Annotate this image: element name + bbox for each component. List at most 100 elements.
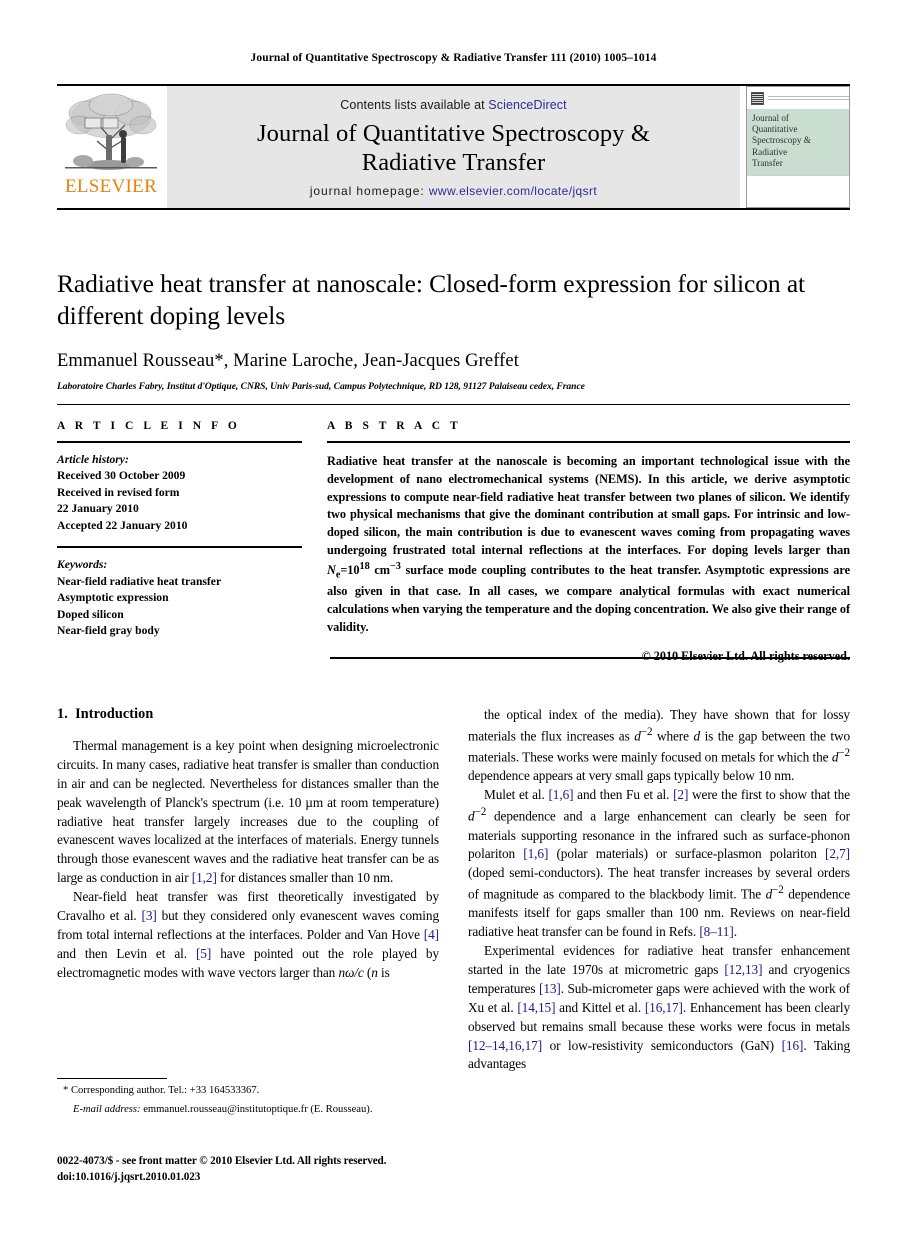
citation-link[interactable]: [16,17] <box>645 1000 683 1015</box>
paragraph-text: or low-resistivity semiconductors (GaN) <box>542 1037 782 1053</box>
body-paragraph: Thermal management is a key point when d… <box>57 737 439 888</box>
contents-prefix: Contents lists available at <box>340 98 489 112</box>
citation-link[interactable]: [16] <box>782 1038 804 1053</box>
body-paragraph: Mulet et al. [1,6] and then Fu et al. [2… <box>468 786 850 942</box>
section-heading-introduction: 1. Introduction <box>57 706 439 723</box>
footnote-rule <box>57 1078 167 1079</box>
homepage-prefix: journal homepage: <box>309 184 429 198</box>
history-line-1: Received 30 October 2009 <box>57 469 186 483</box>
citation-link[interactable]: [3] <box>142 908 157 923</box>
abstract-formula-unit: cm <box>369 563 390 578</box>
sciencedirect-link[interactable]: ScienceDirect <box>488 98 566 112</box>
math-superscript: −2 <box>838 747 850 760</box>
citation-link[interactable]: [1,6] <box>548 787 573 802</box>
right-column-paragraphs: the optical index of the media). They ha… <box>468 706 850 1074</box>
journal-band: Contents lists available at ScienceDirec… <box>167 86 740 208</box>
math-variable: nω/c <box>338 964 364 980</box>
cover-footer-area <box>747 175 849 207</box>
journal-cover-thumbnail[interactable]: Journal of Quantitative Spectroscopy & R… <box>746 86 850 208</box>
journal-masthead: ELSEVIER Contents lists available at Sci… <box>57 84 850 210</box>
citation-link[interactable]: [12–14,16,17] <box>468 1038 542 1053</box>
abstract-formula-unit-exponent: −3 <box>389 560 401 572</box>
body-right-column: the optical index of the media). They ha… <box>468 706 850 1166</box>
imprint-block: 0022-4073/$ - see front matter © 2010 El… <box>57 1153 477 1185</box>
section-number: 1. <box>57 706 68 722</box>
footnote-block: * Corresponding author. Tel.: +33 164533… <box>57 1078 439 1118</box>
math-superscript: −2 <box>772 884 784 897</box>
citation-link[interactable]: [13] <box>539 981 561 996</box>
citation-link[interactable]: [1,2] <box>192 870 217 885</box>
running-head: Journal of Quantitative Spectroscopy & R… <box>250 52 657 64</box>
abstract-text-part-2: surface mode coupling contributes to the… <box>327 563 850 635</box>
paragraph-text: and Kittel et al. <box>555 999 645 1015</box>
body-paragraph: the optical index of the media). They ha… <box>468 706 850 786</box>
paragraph-text: is <box>377 964 390 980</box>
title-block: Radiative heat transfer at nanoscale: Cl… <box>57 268 850 392</box>
cover-line-5: Transfer <box>752 157 783 168</box>
cover-line-3: Spectroscopy & <box>752 135 811 146</box>
article-info-heading: A R T I C L E I N F O <box>57 420 241 432</box>
keywords-label: Keywords: <box>57 558 108 572</box>
article-history-block: Article history: Received 30 October 200… <box>57 452 302 534</box>
journal-title: Journal of Quantitative Spectroscopy & R… <box>257 120 650 178</box>
cover-line-1: Journal of <box>752 113 789 123</box>
paragraph-text: and then Fu et al. <box>573 787 674 803</box>
journal-title-line2: Radiative Transfer <box>361 148 546 176</box>
keyword-1: Near-field radiative heat transfer <box>57 574 222 588</box>
cover-line-4: Radiative <box>752 146 788 157</box>
keywords-block: Keywords: Near-field radiative heat tran… <box>57 557 302 639</box>
citation-link[interactable]: [14,15] <box>517 1000 555 1015</box>
abstract-bottom-rule <box>330 657 850 659</box>
paper-page: Journal of Quantitative Spectroscopy & R… <box>0 0 907 1238</box>
abstract-text: Radiative heat transfer at the nanoscale… <box>327 453 850 637</box>
citation-link[interactable]: [4] <box>424 927 439 942</box>
article-history-label: Article history: <box>57 453 129 466</box>
citation-link[interactable]: [5] <box>196 946 211 961</box>
cover-faint-text-lines <box>768 95 849 101</box>
left-column-paragraphs: Thermal management is a key point when d… <box>57 737 439 982</box>
cover-mini-logo-icon <box>751 91 764 105</box>
email-label: E-mail address: <box>73 1104 141 1116</box>
citation-link[interactable]: [2] <box>673 787 688 802</box>
cover-top-strip <box>747 87 849 109</box>
body-paragraph: Experimental evidences for radiative hea… <box>468 942 850 1074</box>
keywords-rule <box>57 546 302 549</box>
keyword-3: Doped silicon <box>57 607 124 621</box>
abstract-text-part-1: Radiative heat transfer at the nanoscale… <box>327 454 850 558</box>
corresponding-author-note: * Corresponding author. Tel.: +33 164533… <box>63 1085 260 1096</box>
title-divider <box>57 404 850 405</box>
elsevier-wordmark: ELSEVIER <box>64 176 158 197</box>
article-info-column: A R T I C L E I N F O Article history: R… <box>57 420 302 664</box>
abstract-column: A B S T R A C T Radiative heat transfer … <box>327 420 850 664</box>
citation-link[interactable]: [8–11] <box>699 924 733 939</box>
contents-available-line: Contents lists available at ScienceDirec… <box>340 98 566 112</box>
paragraph-text: Mulet et al. <box>484 787 549 803</box>
author-list: Emmanuel Rousseau*, Marine Laroche, Jean… <box>57 350 519 371</box>
email-value[interactable]: emmanuel.rousseau@institutoptique.fr (E.… <box>141 1104 372 1115</box>
paragraph-text: dependence appears at very small gaps ty… <box>468 768 795 784</box>
imprint-doi[interactable]: doi:10.1016/j.jqsrt.2010.01.023 <box>57 1169 477 1185</box>
imprint-front-matter: 0022-4073/$ - see front matter © 2010 El… <box>57 1155 387 1167</box>
cover-title-area: Journal of Quantitative Spectroscopy & R… <box>747 109 849 175</box>
body-gutter <box>439 706 468 1166</box>
abstract-formula-equals: =10 <box>340 563 360 578</box>
journal-title-line1: Journal of Quantitative Spectroscopy & <box>257 120 650 147</box>
citation-link[interactable]: [12,13] <box>724 962 762 977</box>
email-note: E-mail address: emmanuel.rousseau@instit… <box>57 1102 439 1117</box>
paragraph-text: where <box>652 728 694 744</box>
history-line-2: Received in revised form <box>57 485 180 499</box>
abstract-rule <box>327 441 850 443</box>
body-paragraph: Near-field heat transfer was first theor… <box>57 888 439 982</box>
keyword-2: Asymptotic expression <box>57 591 169 605</box>
elsevier-logo-block: ELSEVIER <box>57 86 165 208</box>
citation-link[interactable]: [1,6] <box>523 846 548 861</box>
column-gutter <box>302 420 327 664</box>
cover-line-2: Quantitative <box>752 124 798 135</box>
paragraph-text: and then Levin et al. <box>57 945 196 961</box>
citation-link[interactable]: [2,7] <box>825 846 850 861</box>
journal-homepage-link[interactable]: www.elsevier.com/locate/jqsrt <box>429 184 597 198</box>
paragraph-text: Thermal management is a key point when d… <box>57 738 439 886</box>
history-line-4: Accepted 22 January 2010 <box>57 518 188 532</box>
journal-homepage-line: journal homepage: www.elsevier.com/locat… <box>167 184 740 198</box>
paragraph-text: were the first to show that the <box>688 787 850 803</box>
